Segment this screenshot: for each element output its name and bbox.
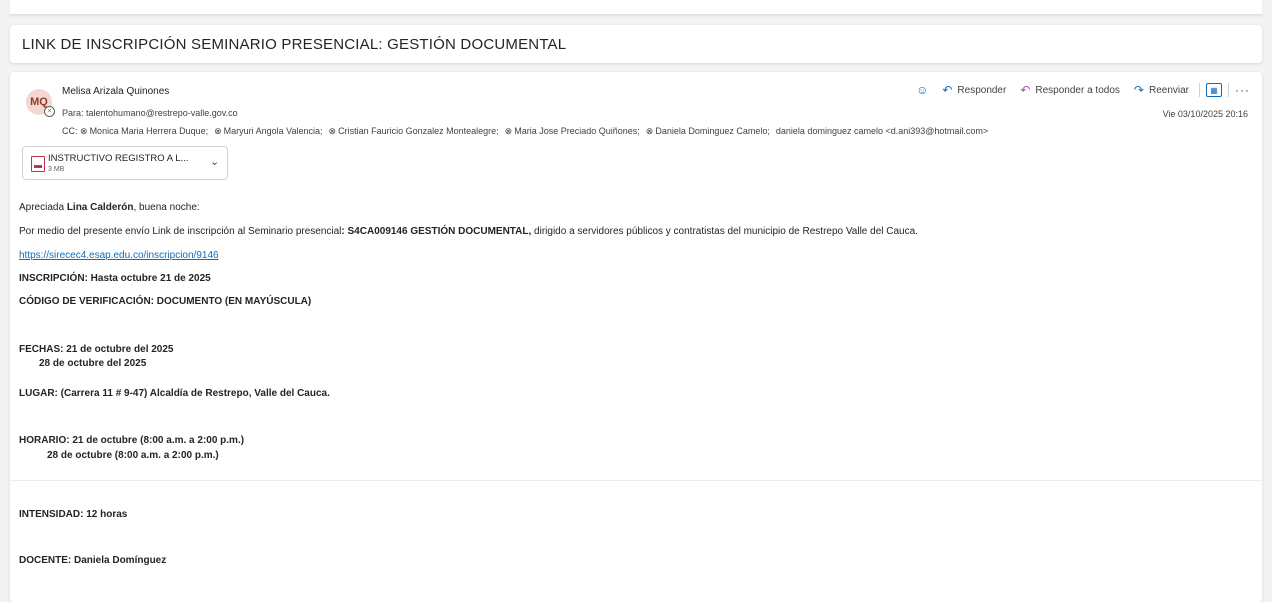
- blocked-contact-icon: ⊗: [645, 126, 654, 136]
- message-card: MQ × Melisa Arizala Quinones Para: talen…: [10, 72, 1262, 602]
- attachment-card[interactable]: INSTRUCTIVO REGISTRO A L... 3 MB ⌄: [22, 146, 228, 180]
- forward-button[interactable]: ↷ Reenviar: [1130, 83, 1193, 97]
- section-divider: [10, 480, 1262, 481]
- smiley-icon: ☺: [916, 83, 929, 97]
- blocked-contact-icon: ⊗: [80, 126, 88, 136]
- cc-recipient[interactable]: ⊗ Cristian Fauricio Gonzalez Montealegre;: [329, 126, 499, 136]
- to-line: Para: talentohumano@restrepo-valle.gov.c…: [62, 108, 238, 118]
- sender-name[interactable]: Melisa Arizala Quinones: [62, 86, 169, 97]
- reply-icon: ↶: [942, 83, 953, 97]
- subject-title: LINK DE INSCRIPCIÓN SEMINARIO PRESENCIAL…: [22, 36, 567, 53]
- greeting-line: Apreciada Lina Calderón, buena noche:: [19, 202, 200, 213]
- intro-paragraph: Por medio del presente envío Link de ins…: [19, 226, 918, 237]
- to-label: Para:: [62, 108, 84, 118]
- pdf-file-icon: [31, 156, 45, 172]
- attachment-size: 3 MB: [48, 166, 65, 173]
- presence-status-icon: ×: [44, 106, 55, 117]
- message-actions: ☺ ↶ Responder ↶ Responder a todos ↷ Reenvia…: [912, 83, 1250, 97]
- chevron-down-icon[interactable]: ⌄: [210, 155, 219, 168]
- docente-line: DOCENTE: Daniela Domínguez: [19, 555, 167, 566]
- toolbar-divider: [1228, 83, 1229, 97]
- cc-recipient[interactable]: ⊗ Maria Jose Preciado Quiñones;: [505, 126, 640, 136]
- subject-card: LINK DE INSCRIPCIÓN SEMINARIO PRESENCIAL…: [10, 25, 1262, 63]
- fechas-line: FECHAS: 21 de octubre del 2025: [19, 344, 174, 355]
- top-strip: [10, 0, 1262, 15]
- blocked-contact-icon: ⊗: [214, 126, 222, 136]
- forward-icon: ↷: [1133, 83, 1144, 97]
- emoji-reaction-button[interactable]: ☺: [912, 83, 932, 97]
- attachment-name: INSTRUCTIVO REGISTRO A L...: [48, 153, 189, 164]
- more-options-button[interactable]: ···: [1235, 83, 1250, 97]
- grid-icon: ▦: [1210, 85, 1218, 95]
- cc-recipient[interactable]: ⊗ Monica Maria Herrera Duque;: [80, 126, 208, 136]
- blocked-contact-icon: ⊗: [328, 126, 337, 136]
- cc-recipient-external[interactable]: daniela dominguez camelo <d.ani393@hotma…: [776, 126, 988, 136]
- horario-line-2: 28 de octubre (8:00 a.m. a 2:00 p.m.): [47, 450, 219, 461]
- cc-recipient[interactable]: ⊗ Maryuri Angola Valencia;: [214, 126, 322, 136]
- blocked-contact-icon: ⊗: [504, 126, 513, 136]
- cc-line: CC: ⊗ Monica Maria Herrera Duque; ⊗ Maryuri…: [62, 126, 994, 137]
- horario-line: HORARIO: 21 de octubre (8:00 a.m. a 2:00…: [19, 435, 245, 446]
- registration-link[interactable]: https://sirecec4.esap.edu.co/inscripcion…: [19, 250, 219, 261]
- reply-all-icon: ↶: [1020, 83, 1031, 97]
- to-recipient[interactable]: talentohumano@restrepo-valle.gov.co: [86, 108, 238, 118]
- fechas-line-2: 28 de octubre del 2025: [39, 358, 147, 369]
- message-date: Vie 03/10/2025 20:16: [1162, 109, 1248, 119]
- apps-grid-button[interactable]: ▦: [1206, 83, 1222, 97]
- lugar-line: LUGAR: (Carrera 11 # 9-47) Alcaldía de R…: [19, 388, 330, 399]
- inscripcion-line: INSCRIPCIÓN: Hasta octubre 21 de 2025: [19, 273, 211, 284]
- cc-recipient[interactable]: ⊗ Daniela Dominguez Camelo;: [646, 126, 770, 136]
- intensidad-line: INTENSIDAD: 12 horas: [19, 509, 128, 520]
- codigo-line: CÓDIGO DE VERIFICACIÓN: DOCUMENTO (EN MA…: [19, 296, 312, 307]
- reply-button[interactable]: ↶ Responder: [938, 83, 1010, 97]
- cc-label: CC:: [62, 126, 78, 136]
- toolbar-divider: [1199, 83, 1200, 97]
- reply-all-button[interactable]: ↶ Responder a todos: [1016, 83, 1124, 97]
